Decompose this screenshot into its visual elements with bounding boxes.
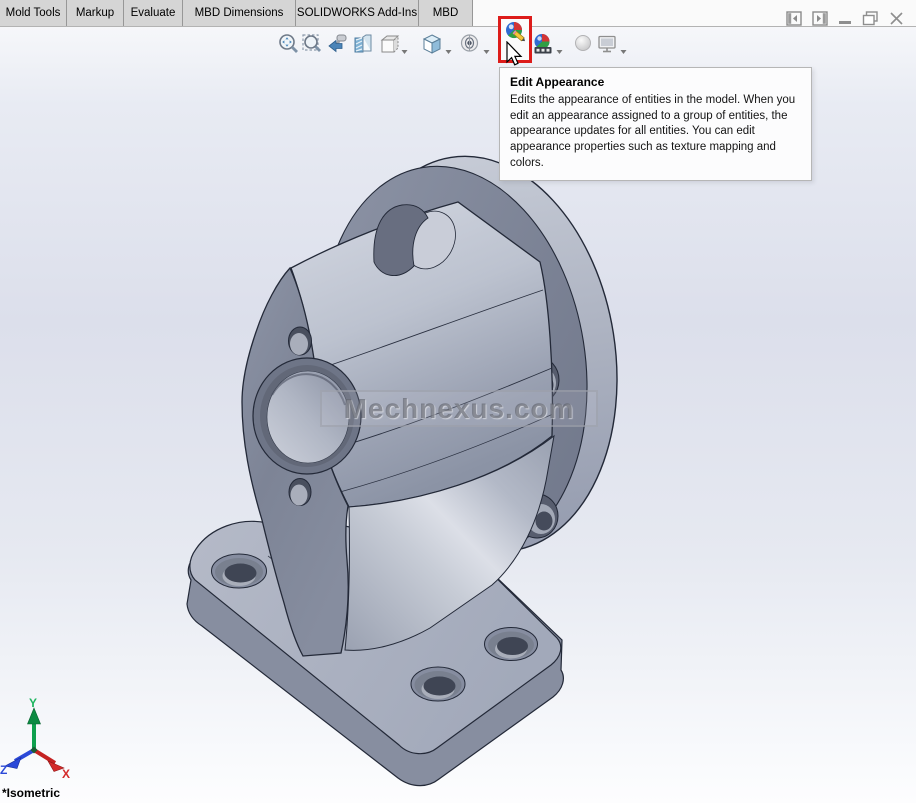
minimize-icon[interactable] [838, 11, 852, 29]
apply-scene-icon[interactable] [531, 32, 555, 56]
mouse-cursor [505, 41, 529, 74]
zoom-to-fit-icon[interactable] [276, 32, 300, 56]
tab-solidworks-add-ins[interactable]: SOLIDWORKS Add-Ins [296, 0, 419, 26]
section-view-icon[interactable] [351, 32, 375, 56]
display-settings-dropdown[interactable] [619, 42, 628, 49]
view-settings-icon[interactable] [571, 32, 595, 56]
hide-show-items-icon[interactable] [458, 32, 482, 56]
watermark: Mechnexus.com [320, 390, 598, 427]
display-settings-icon[interactable] [595, 32, 619, 56]
tooltip-title: Edit Appearance [510, 75, 801, 89]
dock-pane-right-icon[interactable] [812, 11, 828, 29]
restore-icon[interactable] [862, 11, 879, 29]
previous-view-icon[interactable] [326, 32, 350, 56]
tab-mbd-dimensions[interactable]: MBD Dimensions [183, 0, 296, 26]
tooltip-body: Edits the appearance of entities in the … [510, 93, 801, 171]
view-orientation-label: *Isometric [2, 786, 60, 800]
tab-mold-tools[interactable]: Mold Tools [0, 0, 67, 26]
dynamic-annotation-views-icon[interactable] [377, 32, 401, 56]
close-icon[interactable] [889, 11, 904, 29]
view-orientation-dropdown[interactable] [444, 42, 453, 49]
hide-show-items-dropdown[interactable] [482, 42, 491, 49]
apply-scene-dropdown[interactable] [555, 42, 564, 49]
solidworks-window: Mold Tools Markup Evaluate MBD Dimension… [0, 0, 916, 803]
window-controls [786, 11, 904, 29]
tab-markup[interactable]: Markup [67, 0, 124, 26]
view-orientation-icon[interactable] [420, 32, 444, 56]
command-manager-tab-bar: Mold Tools Markup Evaluate MBD Dimension… [0, 0, 916, 27]
dynamic-annotation-views-dropdown[interactable] [400, 42, 409, 49]
tab-evaluate[interactable]: Evaluate [124, 0, 183, 26]
dock-pane-left-icon[interactable] [786, 11, 802, 29]
tab-mbd[interactable]: MBD [419, 0, 473, 26]
edit-appearance-tooltip: Edit Appearance Edits the appearance of … [499, 67, 812, 181]
zoom-to-area-icon[interactable] [300, 32, 324, 56]
